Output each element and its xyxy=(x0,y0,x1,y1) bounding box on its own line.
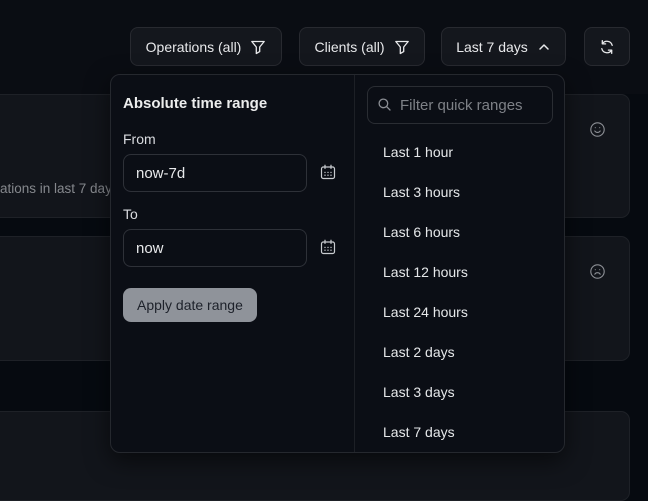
quick-range-last-12-hours[interactable]: Last 12 hours xyxy=(355,252,564,292)
smiley-face-icon xyxy=(589,121,606,138)
refresh-button[interactable] xyxy=(584,27,630,66)
quick-range-last-6-hours[interactable]: Last 6 hours xyxy=(355,212,564,252)
to-input[interactable] xyxy=(123,229,307,267)
time-range-label: Last 7 days xyxy=(456,39,528,55)
filter-quick-ranges-input[interactable] xyxy=(367,86,553,124)
card1-subtitle-clipped: ations in last 7 days xyxy=(0,181,119,196)
quick-range-last-3-hours[interactable]: Last 3 hours xyxy=(355,172,564,212)
calendar-icon xyxy=(319,163,337,184)
quick-ranges-list: Last 1 hour Last 3 hours Last 6 hours La… xyxy=(355,132,564,452)
operations-filter-button[interactable]: Operations (all) xyxy=(130,27,282,66)
to-calendar-button[interactable] xyxy=(316,236,340,260)
from-input[interactable] xyxy=(123,154,307,192)
apply-date-range-button[interactable]: Apply date range xyxy=(123,288,257,322)
calendar-icon xyxy=(319,238,337,259)
quick-ranges-section: Last 1 hour Last 3 hours Last 6 hours La… xyxy=(354,75,564,452)
quick-range-last-7-days[interactable]: Last 7 days xyxy=(355,412,564,452)
absolute-time-range-title: Absolute time range xyxy=(123,95,342,112)
quick-range-last-1-hour[interactable]: Last 1 hour xyxy=(355,132,564,172)
to-label: To xyxy=(123,206,342,222)
quick-range-last-2-days[interactable]: Last 2 days xyxy=(355,332,564,372)
quick-range-last-3-days[interactable]: Last 3 days xyxy=(355,372,564,412)
from-label: From xyxy=(123,131,342,147)
from-calendar-button[interactable] xyxy=(316,161,340,185)
chevron-up-icon xyxy=(537,40,551,54)
time-picker-dropdown: Absolute time range From xyxy=(110,74,565,453)
absolute-time-range-section: Absolute time range From xyxy=(111,75,354,452)
sad-face-icon xyxy=(589,263,606,280)
clients-filter-button[interactable]: Clients (all) xyxy=(299,27,425,66)
clients-filter-label: Clients (all) xyxy=(314,39,384,55)
quick-range-last-24-hours[interactable]: Last 24 hours xyxy=(355,292,564,332)
refresh-icon xyxy=(599,39,615,55)
operations-filter-label: Operations (all) xyxy=(146,39,242,55)
time-range-picker-button[interactable]: Last 7 days xyxy=(441,27,566,66)
filter-funnel-icon xyxy=(250,39,266,55)
filter-funnel-icon xyxy=(394,39,410,55)
